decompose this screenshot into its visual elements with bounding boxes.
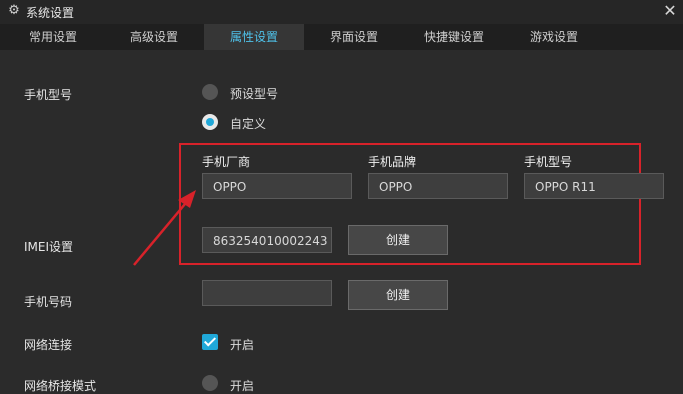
custom-model-radio[interactable] bbox=[202, 114, 218, 130]
phone-number-create-button[interactable]: 创建 bbox=[348, 280, 448, 310]
model-label: 手机型号 bbox=[524, 155, 573, 169]
manufacturer-label: 手机厂商 bbox=[202, 155, 251, 169]
window-title: 系统设置 bbox=[26, 6, 75, 20]
phone-number-label: 手机号码 bbox=[24, 295, 73, 309]
tab-property-settings[interactable]: 属性设置 bbox=[204, 24, 304, 50]
network-connection-label: 网络连接 bbox=[24, 338, 73, 352]
gear-icon: ⚙ bbox=[8, 3, 20, 18]
tab-common-settings[interactable]: 常用设置 bbox=[0, 24, 106, 50]
title-bar: ⚙ 系统设置 ✕ bbox=[0, 0, 683, 24]
manufacturer-input[interactable]: OPPO bbox=[202, 173, 352, 199]
network-enable-checkbox[interactable] bbox=[202, 334, 218, 350]
phone-number-input[interactable] bbox=[202, 280, 332, 306]
tab-bar: 常用设置 高级设置 属性设置 界面设置 快捷键设置 游戏设置 bbox=[0, 24, 683, 50]
bridge-enable-radio[interactable] bbox=[202, 375, 218, 391]
preset-model-option-label: 预设型号 bbox=[230, 87, 279, 101]
custom-model-option-label: 自定义 bbox=[230, 117, 267, 131]
brand-input[interactable]: OPPO bbox=[368, 173, 508, 199]
close-icon[interactable]: ✕ bbox=[661, 2, 679, 20]
tab-advanced-settings[interactable]: 高级设置 bbox=[106, 24, 202, 50]
preset-model-radio[interactable] bbox=[202, 84, 218, 100]
imei-input[interactable]: 863254010002243 bbox=[202, 227, 332, 253]
brand-label: 手机品牌 bbox=[368, 155, 417, 169]
tab-shortcut-settings[interactable]: 快捷键设置 bbox=[404, 24, 504, 50]
imei-label: IMEI设置 bbox=[24, 240, 74, 254]
tab-interface-settings[interactable]: 界面设置 bbox=[304, 24, 404, 50]
bridge-mode-label: 网络桥接模式 bbox=[24, 379, 97, 393]
tab-game-settings[interactable]: 游戏设置 bbox=[504, 24, 604, 50]
phone-model-label: 手机型号 bbox=[24, 88, 73, 102]
imei-create-button[interactable]: 创建 bbox=[348, 225, 448, 255]
bridge-enable-label: 开启 bbox=[230, 379, 255, 393]
network-enable-label: 开启 bbox=[230, 338, 255, 352]
model-input[interactable]: OPPO R11 bbox=[524, 173, 664, 199]
